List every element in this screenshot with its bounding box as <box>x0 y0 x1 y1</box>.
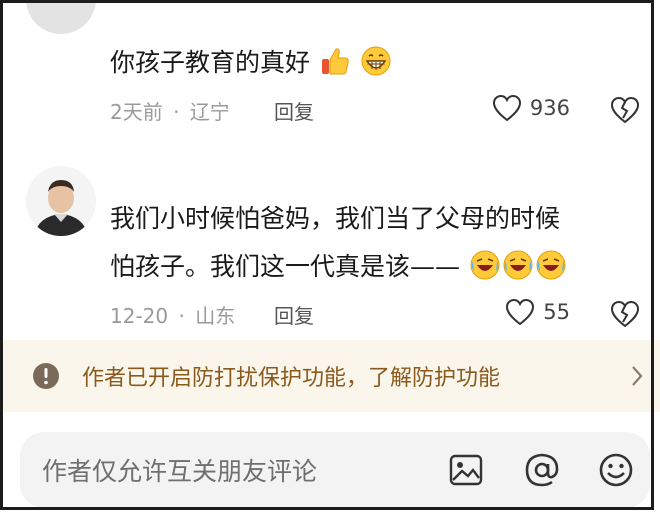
like-button[interactable]: 936 <box>492 94 570 122</box>
comment-2: 我们小时候怕爸妈，我们当了父母的时候 怕孩子。我们这一代真是该—— 12-20 … <box>0 160 660 340</box>
comment-input-placeholder: 作者仅允许互关朋友评论 <box>42 457 318 486</box>
comment-text-body: 你孩子教育的真好 <box>110 48 311 77</box>
dislike-button[interactable] <box>610 300 640 332</box>
smiley-icon[interactable] <box>598 452 634 488</box>
like-button[interactable]: 55 <box>505 298 570 326</box>
rofl-emoji <box>536 250 566 280</box>
warning-icon <box>33 363 59 389</box>
comment-time: 2天前 <box>110 100 163 124</box>
image-icon[interactable] <box>448 452 484 488</box>
comment-input[interactable]: 作者仅允许互关朋友评论 <box>20 432 650 508</box>
at-sign-icon[interactable] <box>524 452 560 488</box>
comment-input-bar: 作者仅允许互关朋友评论 <box>0 412 660 516</box>
chevron-right-icon <box>632 366 643 386</box>
comment-location: 山东 <box>195 304 236 328</box>
like-count: 55 <box>543 300 570 324</box>
comment-text-line-2-body: 怕孩子。我们这一代真是该—— <box>110 252 461 281</box>
avatar-photo <box>26 166 96 236</box>
user-avatar[interactable] <box>26 0 96 34</box>
comment-meta: 12-20 · 山东 <box>110 300 235 329</box>
reply-button[interactable]: 回复 <box>274 300 314 329</box>
like-count: 936 <box>529 96 570 120</box>
anti-harassment-notice[interactable]: 作者已开启防打扰保护功能，了解防护功能 <box>0 340 660 412</box>
grin-emoji <box>361 46 391 76</box>
comment-time: 12-20 <box>110 304 169 328</box>
rofl-emoji <box>503 250 533 280</box>
heart-outline-icon <box>506 298 535 326</box>
heart-outline-icon <box>492 94 521 122</box>
comment-1: 你孩子教育的真好 2天前 · 辽宁 回复 936 <box>0 0 660 140</box>
broken-heart-icon <box>610 300 640 328</box>
comment-text-line-2: 怕孩子。我们这一代真是该—— <box>110 246 630 288</box>
comment-text: 你孩子教育的真好 <box>110 42 630 84</box>
notice-text: 作者已开启防打扰保护功能，了解防护功能 <box>82 366 501 391</box>
meta-separator: · <box>178 304 185 328</box>
dislike-button[interactable] <box>610 96 640 128</box>
broken-heart-icon <box>610 96 640 124</box>
comment-location: 辽宁 <box>189 100 230 124</box>
comment-meta: 2天前 · 辽宁 <box>110 96 230 125</box>
comment-text: 我们小时候怕爸妈，我们当了父母的时候 怕孩子。我们这一代真是该—— <box>110 198 630 288</box>
thumbs-up-emoji <box>321 48 349 75</box>
rofl-emoji <box>470 250 500 280</box>
meta-separator: · <box>173 100 180 124</box>
reply-button[interactable]: 回复 <box>274 96 314 125</box>
comment-text-line-1: 我们小时候怕爸妈，我们当了父母的时候 <box>110 204 561 233</box>
user-avatar[interactable] <box>26 166 96 236</box>
